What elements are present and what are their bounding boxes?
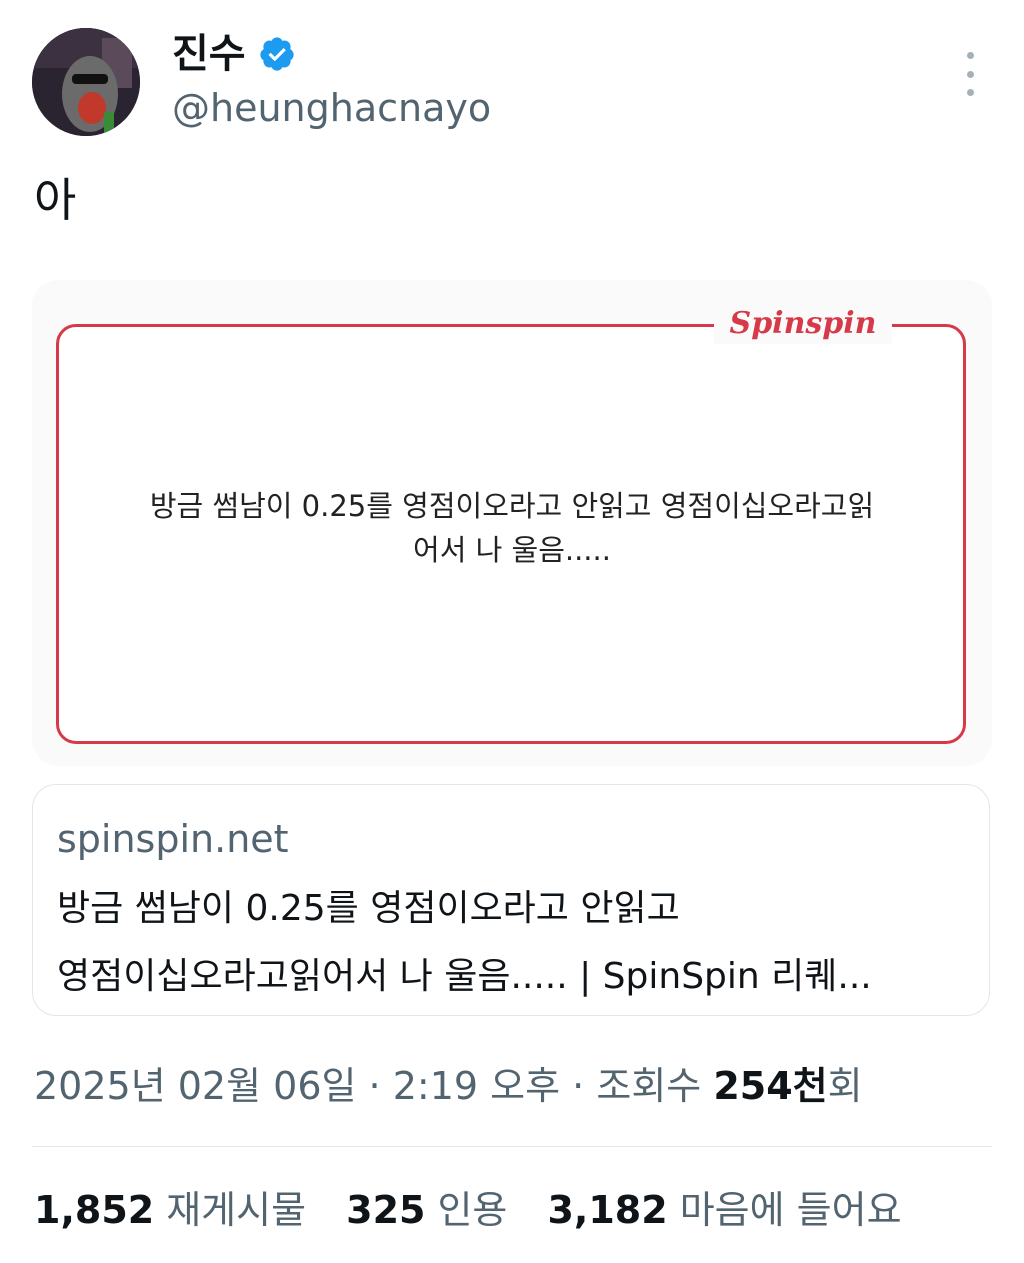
- link-preview-card[interactable]: spinspin.net 방금 썸남이 0.25를 영점이오라고 안읽고 영점이…: [32, 784, 990, 1016]
- avatar[interactable]: [32, 28, 140, 136]
- quotes-label: 인용: [437, 1188, 508, 1232]
- likes-label: 마음에 들어요: [679, 1188, 902, 1232]
- media-text: 방금 썸남이 0.25를 영점이오라고 안읽고 영점이십오라고읽 어서 나 울음…: [92, 484, 932, 572]
- quotes-stat[interactable]: 325 인용: [346, 1184, 507, 1236]
- verified-badge-icon: [259, 37, 294, 71]
- dot: [966, 89, 974, 96]
- author-handle[interactable]: @heunghacnayo: [172, 84, 491, 132]
- author-name-text: 진수: [172, 31, 246, 77]
- quotes-count: 325: [346, 1188, 426, 1232]
- views-label: 조회수: [596, 1064, 702, 1108]
- media-image[interactable]: Spinspin 방금 썸남이 0.25를 영점이오라고 안읽고 영점이십오라고…: [32, 280, 992, 766]
- tweet-date[interactable]: 2025년 02월 06일: [34, 1064, 356, 1108]
- reposts-stat[interactable]: 1,852 재게시물: [34, 1184, 306, 1236]
- link-domain: spinspin.net: [57, 817, 289, 861]
- divider: [32, 1146, 992, 1147]
- avatar-image: [32, 28, 140, 136]
- link-title-line2: 영점이십오라고읽어서 나 울음..... | SpinSpin 리퀘...: [57, 956, 872, 997]
- tweet-meta: 2025년 02월 06일 · 2:19 오후 · 조회수 254천회: [34, 1060, 863, 1112]
- media-text-line1: 방금 썸남이 0.25를 영점이오라고 안읽고 영점이십오라고읽: [149, 489, 875, 523]
- tweet-stats: 1,852 재게시물 325 인용 3,182 마음에 들어요: [34, 1184, 930, 1236]
- likes-count: 3,182: [547, 1188, 668, 1232]
- link-title: 방금 썸남이 0.25를 영점이오라고 안읽고 영점이십오라고읽어서 나 울음.…: [57, 875, 967, 1011]
- link-title-line1: 방금 썸남이 0.25를 영점이오라고 안읽고: [57, 888, 680, 929]
- views-count: 254천: [713, 1064, 828, 1108]
- meta-separator: ·: [368, 1064, 381, 1108]
- author-name[interactable]: 진수: [172, 30, 296, 78]
- dot: [966, 52, 974, 59]
- reposts-count: 1,852: [34, 1188, 155, 1232]
- likes-stat[interactable]: 3,182 마음에 들어요: [547, 1184, 901, 1236]
- tweet-text: 아: [34, 173, 77, 227]
- brand-logo: Spinspin: [714, 304, 892, 344]
- tweet-time[interactable]: 2:19 오후: [393, 1064, 560, 1108]
- meta-separator: ·: [572, 1064, 585, 1108]
- more-options-icon[interactable]: [950, 52, 990, 96]
- views-suffix: 회: [827, 1064, 863, 1108]
- reposts-label: 재게시물: [166, 1188, 307, 1232]
- dot: [966, 70, 974, 78]
- media-text-line2: 어서 나 울음.....: [413, 533, 611, 567]
